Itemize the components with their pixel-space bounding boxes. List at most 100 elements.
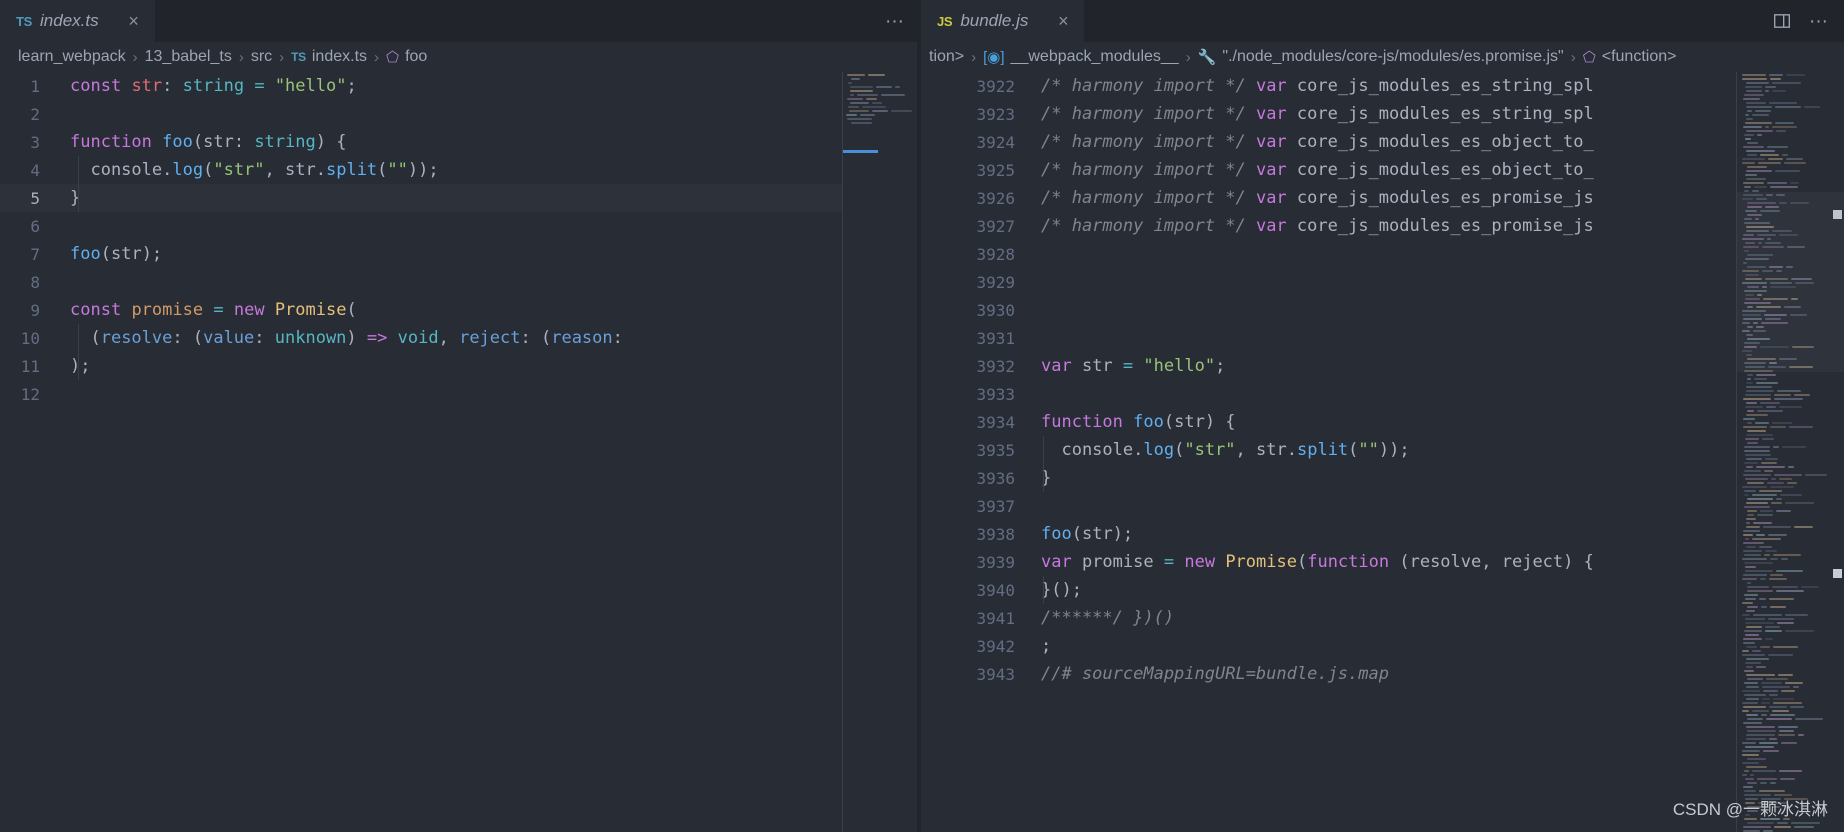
minimap-line — [1745, 618, 1765, 620]
code-line[interactable]: 7 foo(str); — [0, 240, 842, 268]
token: value — [203, 328, 255, 348]
minimap-line — [1746, 610, 1755, 612]
close-icon[interactable]: × — [1054, 12, 1072, 30]
minimap-line — [1798, 734, 1804, 736]
code-line[interactable]: 3926 /* harmony import */ var core_js_mod… — [921, 184, 1736, 212]
token: ) — [346, 328, 367, 348]
more-actions-icon[interactable]: ··· — [885, 12, 904, 31]
ts-file-icon: TS — [291, 50, 306, 64]
minimap-slider[interactable] — [1736, 192, 1844, 372]
close-icon[interactable]: × — [125, 12, 143, 30]
breadcrumb-item-13-babel-ts[interactable]: 13_babel_ts — [145, 48, 232, 66]
code-line[interactable]: 3929 — [921, 268, 1736, 296]
minimap-line — [1765, 626, 1780, 628]
symbol-function-icon: ⬠ — [386, 49, 400, 66]
code-line[interactable]: 5} — [0, 184, 842, 212]
code-editor-bundle-js[interactable]: 3922 /* harmony import */ var core_js_mod… — [921, 72, 1736, 832]
token: ( — [1389, 552, 1410, 572]
code-line[interactable]: 4 console.log("str", str.split("")); — [0, 156, 842, 184]
minimap-line — [1746, 714, 1758, 716]
code-line[interactable]: 3 function foo(str: string) { — [0, 128, 842, 156]
code-line[interactable]: 3937 — [921, 492, 1736, 520]
minimap-line — [1744, 554, 1761, 556]
code-line[interactable]: 1 const str: string = "hello"; — [0, 72, 842, 100]
minimap-line — [1761, 702, 1770, 704]
code-text: /* harmony import */ var core_js_modules… — [1033, 104, 1594, 124]
code-line[interactable]: 3925 /* harmony import */ var core_js_mod… — [921, 156, 1736, 184]
minimap-line — [1757, 514, 1773, 516]
code-line[interactable]: 11); — [0, 352, 842, 380]
code-line[interactable]: 12 — [0, 380, 842, 408]
code-line[interactable]: 3938 foo(str); — [921, 520, 1736, 548]
code-line[interactable]: 3927 /* harmony import */ var core_js_mod… — [921, 212, 1736, 240]
code-line[interactable]: 9 const promise = new Promise( — [0, 296, 842, 324]
token: ; — [1041, 636, 1052, 656]
tab-index-ts[interactable]: TS index.ts × — [0, 0, 156, 42]
more-actions-icon[interactable]: ··· — [1809, 12, 1828, 31]
code-line[interactable]: 3943 //# sourceMappingURL=bundle.js.map — [921, 660, 1736, 688]
token: function — [1307, 552, 1390, 572]
minimap-line — [1746, 458, 1762, 460]
minimap-line — [1745, 598, 1756, 600]
minimap-line — [1779, 730, 1794, 732]
minimap-line — [1770, 782, 1776, 784]
code-line[interactable]: 8 — [0, 268, 842, 296]
minimap-line — [1772, 422, 1792, 424]
code-line[interactable]: 3924 /* harmony import */ var core_js_mod… — [921, 128, 1736, 156]
breadcrumb-item-anon-function[interactable]: ⬠ <function> — [1583, 48, 1677, 66]
code-line[interactable]: 3930 — [921, 296, 1736, 324]
minimap-line — [1746, 518, 1756, 520]
minimap-line — [1745, 778, 1754, 780]
code-line[interactable]: 3936} — [921, 464, 1736, 492]
code-line[interactable]: 3941 /******/ })() — [921, 604, 1736, 632]
minimap-line — [866, 98, 877, 100]
split-editor-icon[interactable] — [1773, 12, 1791, 30]
scrollbar-decorations[interactable] — [1830, 72, 1844, 832]
breadcrumb-item-foo[interactable]: ⬠ foo — [386, 48, 427, 66]
minimap-right[interactable] — [1736, 72, 1844, 832]
breadcrumb-item-index-ts[interactable]: TS index.ts — [291, 48, 367, 66]
code-text: /* harmony import */ var core_js_modules… — [1033, 188, 1594, 208]
line-number: 3926 — [976, 188, 1015, 208]
code-line[interactable]: 3942; — [921, 632, 1736, 660]
minimap-line — [1776, 510, 1791, 512]
minimap-line — [1770, 574, 1783, 576]
minimap-line — [1773, 554, 1801, 556]
code-line[interactable]: 3923 /* harmony import */ var core_js_mod… — [921, 100, 1736, 128]
code-line[interactable]: 2 — [0, 100, 842, 128]
breadcrumb-item-src[interactable]: src — [251, 48, 272, 66]
minimap-line — [1746, 646, 1757, 648]
code-line[interactable]: 3934 function foo(str) { — [921, 408, 1736, 436]
minimap-line — [1784, 162, 1806, 164]
minimap-left[interactable] — [842, 72, 920, 832]
code-editor-index-ts[interactable]: 1 const str: string = "hello"; 2 3 function … — [0, 72, 842, 832]
minimap-line — [1770, 606, 1786, 608]
code-line[interactable]: 3940}(); — [921, 576, 1736, 604]
tab-bundle-js[interactable]: JS bundle.js × — [921, 0, 1086, 42]
code-line[interactable]: 3931 — [921, 324, 1736, 352]
minimap-line — [1768, 534, 1787, 536]
minimap-line — [1769, 578, 1787, 580]
code-line[interactable]: 3932 var str = "hello"; — [921, 352, 1736, 380]
breadcrumb-item-webpack-modules[interactable]: [◉] __webpack_modules__ — [983, 48, 1179, 66]
code-line[interactable]: 10 (resolve: (value: unknown) => void, r… — [0, 324, 842, 352]
breadcrumb-item-learn-webpack[interactable]: learn_webpack — [18, 48, 126, 66]
code-line[interactable]: 3933 — [921, 380, 1736, 408]
editor-split-handle[interactable] — [917, 0, 921, 832]
symbol-function-icon: ⬠ — [1582, 49, 1596, 66]
code-line[interactable]: 3935 console.log("str", str.split("")); — [921, 436, 1736, 464]
code-area-right: 3922 /* harmony import */ var core_js_mod… — [921, 72, 1844, 832]
code-line[interactable]: 3939 var promise = new Promise(function (… — [921, 548, 1736, 576]
breadcrumb-item-function-scope[interactable]: tion> — [929, 48, 964, 66]
breadcrumb-item-es-promise-js[interactable]: 🔧 "./node_modules/core-js/modules/es.pro… — [1198, 48, 1564, 66]
code-line[interactable]: 6 — [0, 212, 842, 240]
token: str — [110, 244, 142, 264]
code-line[interactable]: 3928 — [921, 240, 1736, 268]
code-line[interactable]: 3922 /* harmony import */ var core_js_mod… — [921, 72, 1736, 100]
minimap-line — [1785, 682, 1803, 684]
vscode-workbench: TS index.ts × ··· learn_webpack › 13_bab… — [0, 0, 1844, 832]
minimap-line — [1772, 710, 1789, 712]
